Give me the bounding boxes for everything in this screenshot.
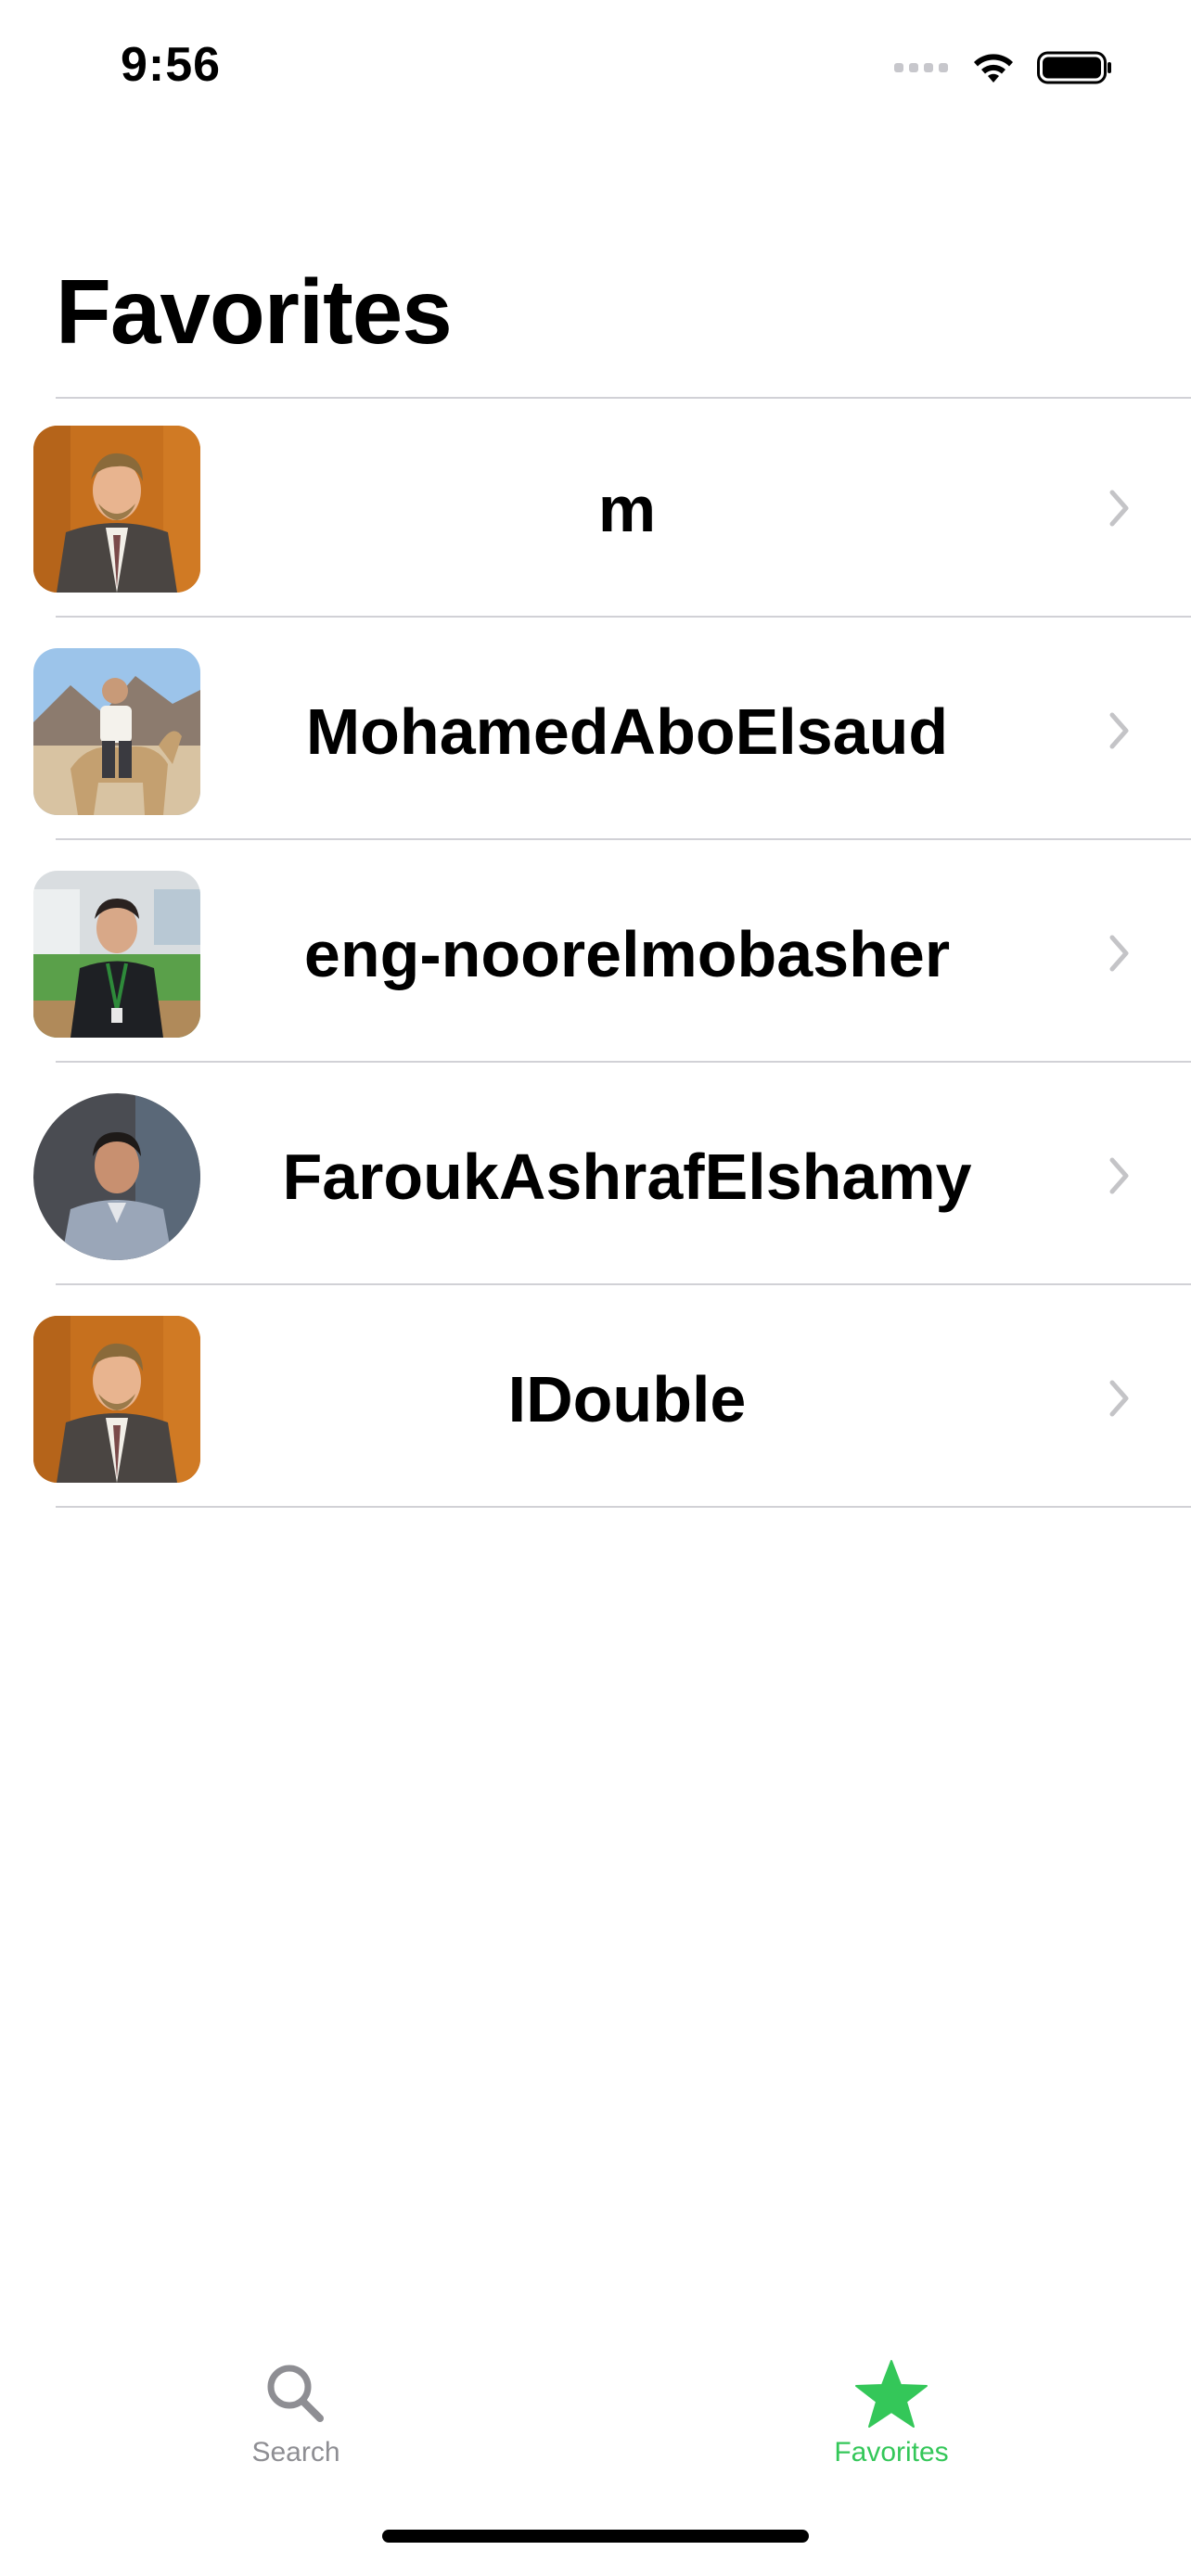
star-icon bbox=[855, 2360, 928, 2428]
tab-search-label: Search bbox=[251, 2437, 340, 2468]
chevron-right-icon bbox=[1109, 712, 1129, 749]
chevron-right-icon bbox=[1109, 935, 1129, 972]
battery-icon bbox=[1037, 51, 1111, 84]
avatar-man-portrait-image bbox=[33, 1093, 200, 1260]
status-icons bbox=[894, 45, 1113, 91]
avatar-man-with-lanyard-image bbox=[33, 871, 200, 1038]
avatar-man-in-suit-image bbox=[33, 1316, 200, 1483]
avatar bbox=[33, 426, 200, 593]
tab-search[interactable]: Search bbox=[110, 2318, 481, 2485]
avatar bbox=[33, 1093, 200, 1260]
chevron-right-icon bbox=[1109, 1157, 1129, 1194]
page-title: Favorites bbox=[56, 261, 453, 363]
list-item[interactable]: MohamedAboElsaud bbox=[0, 619, 1191, 842]
list-item[interactable]: FaroukAshrafElshamy bbox=[0, 1065, 1191, 1287]
avatar bbox=[33, 871, 200, 1038]
avatar bbox=[33, 1316, 200, 1483]
status-bar: 9:56 bbox=[0, 0, 1191, 130]
avatar-man-in-suit-image bbox=[33, 426, 200, 593]
list-item-name: IDouble bbox=[507, 1363, 747, 1435]
home-indicator[interactable] bbox=[382, 2530, 809, 2543]
list-item-name: MohamedAboElsaud bbox=[305, 695, 949, 768]
favorites-list: m MohamedAboElsaud eng-noorelmobasher Fa… bbox=[0, 397, 1191, 1510]
status-time: 9:56 bbox=[121, 38, 222, 92]
list-item[interactable]: IDouble bbox=[0, 1287, 1191, 1510]
list-item[interactable]: eng-noorelmobasher bbox=[0, 842, 1191, 1065]
avatar-man-on-camel-image bbox=[33, 648, 200, 815]
tab-favorites-label: Favorites bbox=[834, 2437, 949, 2468]
search-icon bbox=[267, 2365, 324, 2422]
wifi-icon bbox=[974, 54, 1013, 83]
tab-favorites[interactable]: Favorites bbox=[706, 2318, 1077, 2485]
chevron-right-icon bbox=[1109, 490, 1129, 527]
list-item[interactable]: m bbox=[0, 397, 1191, 619]
cellular-signal-icon bbox=[894, 63, 948, 72]
list-item-name: eng-noorelmobasher bbox=[303, 918, 951, 990]
list-item-name: FaroukAshrafElshamy bbox=[282, 1141, 972, 1213]
list-item-name: m bbox=[597, 473, 657, 545]
avatar bbox=[33, 648, 200, 815]
chevron-right-icon bbox=[1109, 1380, 1129, 1417]
